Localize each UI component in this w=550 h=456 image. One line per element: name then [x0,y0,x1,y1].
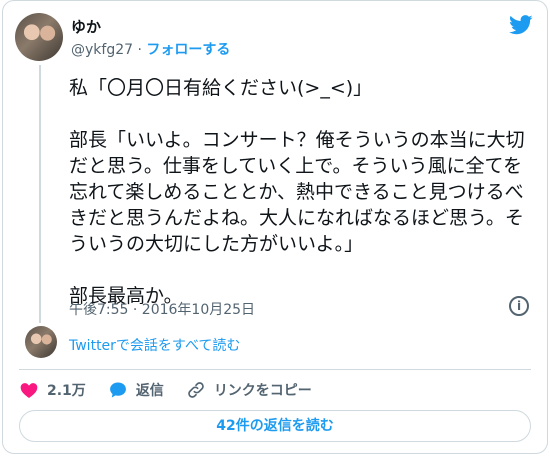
author-handle-row: @ykfg27 · フォローする [71,39,230,59]
author-name[interactable]: ゆか [71,16,101,37]
copy-link-button[interactable]: リンクをコピー [186,380,312,400]
heart-icon [20,383,38,398]
conversation-avatar[interactable] [25,326,57,358]
tweet-timestamp[interactable]: 午後7:55 · 2016年10月25日 [69,299,255,319]
reply-label: 返信 [135,383,164,399]
info-icon[interactable]: i [509,296,529,316]
tweet-card: ゆか @ykfg27 · フォローする 私「〇月〇日有給ください(>_<)」 部… [2,0,548,454]
handle-separator: · [133,42,147,58]
divider [19,369,531,370]
tweet-text: 私「〇月〇日有給ください(>_<)」 部長「いいよ。コンサート？俺そういうの本当… [69,77,525,307]
read-conversation-link[interactable]: Twitterで会話をすべて読む [69,335,240,355]
author-handle[interactable]: @ykfg27 [71,42,133,58]
twitter-bird-icon[interactable] [509,15,533,35]
like-count: 2.1万 [47,383,86,399]
follow-link[interactable]: フォローする [146,42,230,58]
thread-line [39,65,41,323]
speech-bubble-icon [109,382,126,398]
read-replies-button[interactable]: 42件の返信を読む [19,410,531,442]
reply-button[interactable]: 返信 [108,380,164,400]
author-avatar[interactable] [15,13,63,61]
action-bar: 2.1万 返信 リンクをコピー [19,379,334,401]
link-icon [188,382,204,398]
like-button[interactable]: 2.1万 [19,380,86,400]
copy-link-label: リンクをコピー [213,383,312,399]
